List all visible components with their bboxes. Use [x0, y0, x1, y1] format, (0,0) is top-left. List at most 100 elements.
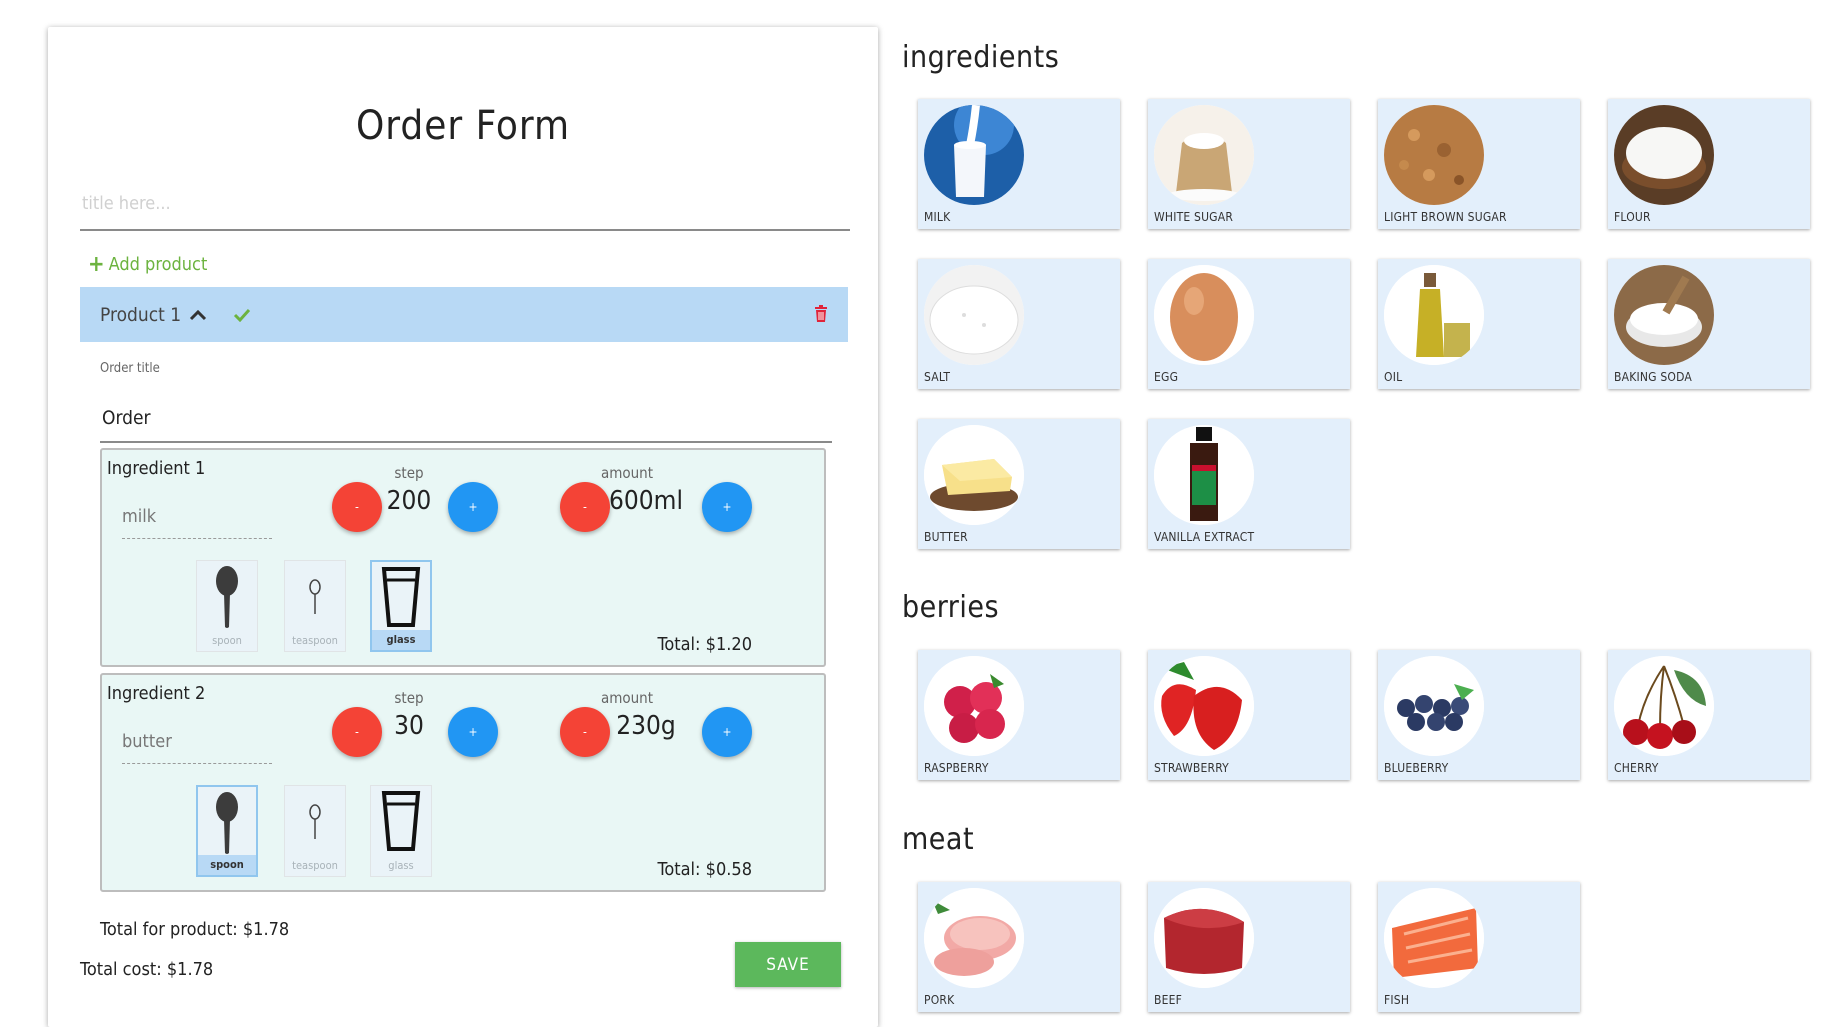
- light-brown-sugar-image: [1384, 105, 1484, 205]
- measure-spoon[interactable]: spoon: [196, 560, 258, 652]
- card-flour[interactable]: FLOUR: [1608, 99, 1810, 229]
- card-raspberry[interactable]: RASPBERRY: [918, 650, 1120, 780]
- card-cherry[interactable]: CHERRY: [1608, 650, 1810, 780]
- ingredient-total: Total: $0.58: [657, 859, 752, 880]
- card-label: STRAWBERRY: [1154, 761, 1229, 775]
- raspberry-image: [924, 656, 1024, 756]
- section-title-ingredients: ingredients: [902, 40, 1060, 75]
- measure-label: teaspoon: [292, 634, 338, 647]
- total-cost: Total cost: $1.78: [80, 959, 214, 980]
- fish-image: [1384, 888, 1484, 988]
- beef-image: [1154, 888, 1254, 988]
- card-label: BEEF: [1154, 993, 1183, 1007]
- check-icon: [234, 308, 251, 322]
- measure-label: glass: [372, 630, 430, 650]
- step-value: 30: [394, 711, 424, 741]
- card-oil[interactable]: OIL: [1378, 259, 1580, 389]
- measure-teaspoon[interactable]: teaspoon: [284, 560, 346, 652]
- step-increment-button[interactable]: +: [448, 707, 498, 757]
- card-baking-soda[interactable]: BAKING SODA: [1608, 259, 1810, 389]
- ingredient-label: Ingredient 2: [107, 683, 206, 704]
- product-header[interactable]: Product 1: [80, 287, 848, 342]
- card-vanilla-extract[interactable]: VANILLA EXTRACT: [1148, 419, 1350, 549]
- egg-image: [1154, 265, 1254, 365]
- card-label: BLUEBERRY: [1384, 761, 1449, 775]
- order-title-label: Order title: [100, 361, 160, 376]
- chevron-up-icon[interactable]: [189, 309, 207, 321]
- card-label: MILK: [924, 210, 951, 224]
- card-label: LIGHT BROWN SUGAR: [1384, 210, 1507, 224]
- card-label: BAKING SODA: [1614, 370, 1692, 384]
- ingredient-name-field[interactable]: milk: [122, 498, 272, 539]
- ingredient-label: Ingredient 1: [107, 458, 206, 479]
- blueberry-image: [1384, 656, 1484, 756]
- card-label: CHERRY: [1614, 761, 1659, 775]
- step-increment-button[interactable]: +: [448, 482, 498, 532]
- card-blueberry[interactable]: BLUEBERRY: [1378, 650, 1580, 780]
- milk-image: [924, 105, 1024, 205]
- card-label: VANILLA EXTRACT: [1154, 530, 1255, 544]
- card-salt[interactable]: SALT: [918, 259, 1120, 389]
- product-name: Product 1: [100, 303, 182, 326]
- pork-image: [924, 888, 1024, 988]
- card-label: BUTTER: [924, 530, 968, 544]
- card-egg[interactable]: EGG: [1148, 259, 1350, 389]
- section-title-meat: meat: [902, 822, 975, 857]
- step-label: step: [394, 689, 424, 707]
- butter-image: [924, 425, 1024, 525]
- teaspoon-icon: [309, 804, 321, 839]
- trash-icon[interactable]: [814, 305, 828, 322]
- title-input[interactable]: [80, 177, 850, 231]
- ingredient-card: Ingredient 2 butter step - 30 + amount -…: [100, 673, 826, 892]
- ingredient-name: milk: [122, 506, 157, 527]
- oil-image: [1384, 265, 1484, 365]
- plus-icon: +: [88, 251, 105, 277]
- ingredient-name-field[interactable]: butter: [122, 723, 272, 764]
- card-butter[interactable]: BUTTER: [918, 419, 1120, 549]
- amount-value: 230g: [616, 711, 676, 741]
- card-beef[interactable]: BEEF: [1148, 882, 1350, 1012]
- measure-label: teaspoon: [292, 859, 338, 872]
- card-label: RASPBERRY: [924, 761, 989, 775]
- card-fish[interactable]: FISH: [1378, 882, 1580, 1012]
- card-milk[interactable]: MILK: [918, 99, 1120, 229]
- measure-glass[interactable]: glass: [370, 785, 432, 877]
- save-button[interactable]: SAVE: [735, 942, 841, 987]
- measure-glass[interactable]: glass: [370, 560, 432, 652]
- measure-label: glass: [388, 859, 414, 872]
- ingredient-name: butter: [122, 731, 172, 752]
- amount-increment-button[interactable]: +: [702, 707, 752, 757]
- salt-image: [924, 265, 1024, 365]
- glass-icon: [381, 567, 421, 627]
- amount-label: amount: [600, 464, 654, 482]
- card-strawberry[interactable]: STRAWBERRY: [1148, 650, 1350, 780]
- card-pork[interactable]: PORK: [918, 882, 1120, 1012]
- glass-icon: [381, 791, 421, 851]
- amount-label: amount: [600, 689, 654, 707]
- order-form-panel: Order Form + Add product Product 1 Order…: [48, 27, 878, 1027]
- measure-spoon[interactable]: spoon: [196, 785, 258, 877]
- card-label: FISH: [1384, 993, 1410, 1007]
- card-white-sugar[interactable]: WHITE SUGAR: [1148, 99, 1350, 229]
- product-total: Total for product: $1.78: [100, 919, 290, 940]
- measure-label: spoon: [212, 634, 242, 647]
- flour-image: [1614, 105, 1714, 205]
- step-label: step: [394, 464, 424, 482]
- spoon-icon: [216, 792, 238, 854]
- add-product-label: Add product: [108, 254, 208, 275]
- teaspoon-icon: [309, 579, 321, 614]
- section-title-berries: berries: [902, 590, 1000, 625]
- card-light-brown-sugar[interactable]: LIGHT BROWN SUGAR: [1378, 99, 1580, 229]
- ingredient-total: Total: $1.20: [657, 634, 752, 655]
- order-title-input[interactable]: [100, 395, 832, 443]
- ingredient-card: Ingredient 1 milk step - 200 + amount - …: [100, 448, 826, 667]
- amount-value: 600ml: [609, 486, 683, 516]
- card-label: OIL: [1384, 370, 1403, 384]
- card-label: FLOUR: [1614, 210, 1651, 224]
- add-product-button[interactable]: + Add product: [88, 251, 208, 277]
- card-label: SALT: [924, 370, 951, 384]
- spoon-icon: [216, 566, 238, 628]
- measure-teaspoon[interactable]: teaspoon: [284, 785, 346, 877]
- cherry-image: [1614, 656, 1714, 756]
- amount-increment-button[interactable]: +: [702, 482, 752, 532]
